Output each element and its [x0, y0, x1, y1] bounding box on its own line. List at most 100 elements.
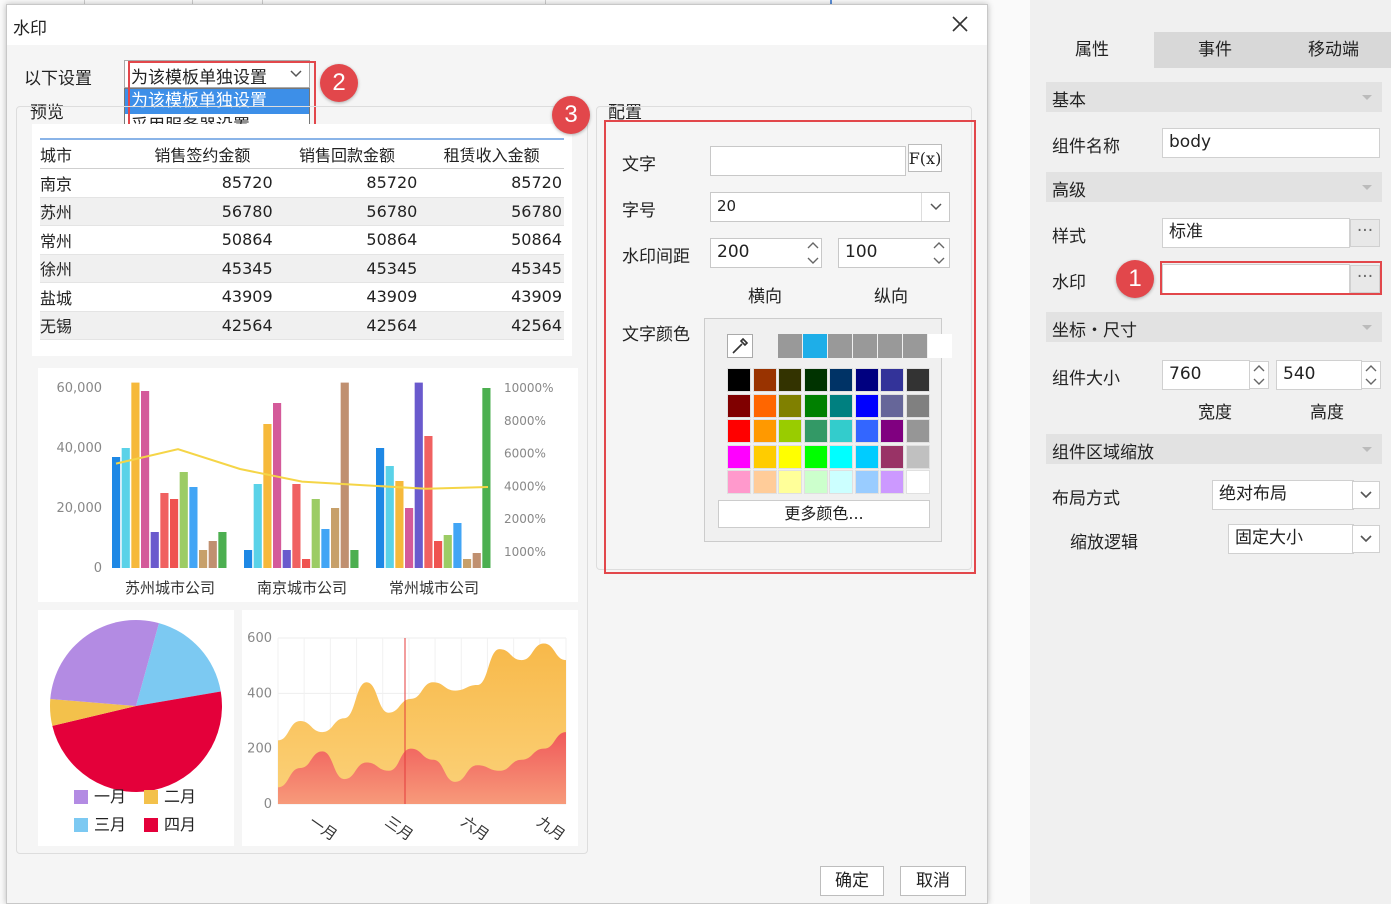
color-swatch[interactable] [878, 334, 902, 358]
height-stepper[interactable] [1361, 361, 1381, 389]
color-swatch[interactable] [752, 368, 777, 392]
table-cell: 56780 [130, 197, 275, 226]
color-swatch[interactable] [803, 419, 828, 443]
spacing-h-stepper[interactable] [804, 238, 822, 268]
bar [282, 550, 291, 568]
table-cell: 50864 [130, 225, 275, 255]
ok-button[interactable]: 确定 [820, 866, 884, 896]
width-input[interactable]: 760 [1162, 360, 1250, 390]
eyedropper-icon[interactable] [727, 334, 753, 358]
section-position-size[interactable]: 坐标・尺寸 [1046, 312, 1382, 342]
bar [179, 472, 188, 568]
color-swatch[interactable] [853, 334, 877, 358]
scale-logic-select[interactable]: 固定大小 [1228, 524, 1354, 554]
collapse-icon [1362, 95, 1372, 100]
legend-label: 一月 [94, 787, 126, 806]
color-swatch[interactable] [854, 393, 879, 418]
color-swatch[interactable] [778, 368, 802, 392]
color-swatch[interactable] [829, 368, 853, 392]
color-swatch[interactable] [803, 368, 828, 392]
color-swatch[interactable] [803, 470, 828, 494]
color-swatch[interactable] [905, 393, 930, 418]
color-swatch[interactable] [752, 444, 777, 469]
component-name-input[interactable]: body [1162, 128, 1380, 158]
color-swatch[interactable] [905, 368, 930, 392]
color-swatch[interactable] [727, 419, 751, 443]
style-more-button[interactable]: ··· [1350, 219, 1380, 247]
color-swatch[interactable] [829, 444, 853, 469]
bar [321, 529, 330, 568]
color-swatch[interactable] [778, 470, 802, 494]
tab-events[interactable]: 事件 [1154, 32, 1276, 68]
color-swatch[interactable] [778, 419, 802, 443]
bar [482, 388, 491, 568]
table-cell: 45345 [274, 254, 420, 283]
color-swatch[interactable] [752, 419, 777, 443]
stepper-arrows-icon [1365, 365, 1377, 385]
color-swatch[interactable] [803, 444, 828, 469]
color-swatch[interactable] [854, 444, 879, 469]
section-advanced[interactable]: 高级 [1046, 172, 1382, 202]
color-swatch[interactable] [727, 470, 751, 494]
section-basic[interactable]: 基本 [1046, 82, 1382, 112]
tab-properties[interactable]: 属性 [1030, 32, 1154, 68]
color-swatch[interactable] [829, 419, 853, 443]
spacing-label: 水印间距 [622, 247, 690, 267]
y-tick-label: 20,000 [57, 501, 103, 516]
color-swatch[interactable] [854, 470, 879, 494]
color-swatch[interactable] [752, 470, 777, 494]
close-icon[interactable] [945, 9, 975, 39]
color-swatch[interactable] [803, 393, 828, 418]
color-swatch[interactable] [880, 444, 904, 469]
color-swatch[interactable] [905, 470, 930, 494]
color-swatch[interactable] [778, 334, 802, 358]
color-swatch[interactable] [880, 419, 904, 443]
color-swatch[interactable] [903, 334, 927, 358]
color-swatch[interactable] [803, 334, 827, 358]
component-name-label: 组件名称 [1052, 137, 1120, 157]
color-swatch[interactable] [829, 470, 853, 494]
section-area-scale[interactable]: 组件区域缩放 [1046, 434, 1382, 464]
formula-button[interactable]: F(x) [908, 144, 942, 172]
color-swatch[interactable] [727, 368, 751, 392]
preview-table: 城市 销售签约金额 销售回款金额 租赁收入金额 南京 85720 85720 8… [40, 140, 564, 340]
y2-tick-label: 6000% [504, 447, 546, 461]
height-input[interactable]: 540 [1276, 360, 1362, 390]
height-label: 高度 [1310, 403, 1344, 423]
chevron-down-icon [921, 193, 949, 221]
color-swatch[interactable] [854, 419, 879, 443]
table-cell: 56780 [419, 197, 564, 226]
bar-chart: 60,000 40,000 20,000 0 10000% 8000% 6000% 4000%… [57, 381, 554, 597]
text-color-label: 文字颜色 [622, 325, 690, 345]
tab-mobile[interactable]: 移动端 [1276, 32, 1391, 68]
bar [463, 559, 472, 568]
color-swatch[interactable] [727, 393, 751, 418]
color-swatch[interactable] [828, 334, 852, 358]
color-swatch[interactable] [905, 444, 930, 469]
color-swatch[interactable] [905, 419, 930, 443]
color-swatch[interactable] [854, 368, 879, 392]
watermark-text-input[interactable] [710, 146, 906, 176]
color-swatch[interactable] [752, 393, 777, 418]
layout-select[interactable]: 绝对布局 [1212, 480, 1354, 510]
color-swatch[interactable] [829, 393, 853, 418]
color-swatch[interactable] [727, 444, 751, 469]
width-stepper[interactable] [1249, 361, 1269, 389]
color-swatch[interactable] [928, 334, 952, 358]
chevron-down-icon[interactable] [1352, 525, 1380, 553]
bar [170, 499, 179, 568]
chevron-down-icon[interactable] [1352, 481, 1380, 509]
table-cell: 42564 [130, 311, 275, 340]
font-size-select[interactable]: 20 [710, 192, 950, 222]
color-swatch[interactable] [880, 470, 904, 494]
stepper-arrows-icon [1253, 365, 1265, 385]
cancel-button[interactable]: 取消 [900, 866, 966, 896]
color-swatch[interactable] [778, 444, 802, 469]
style-input[interactable]: 标准 [1162, 218, 1350, 248]
spacing-v-stepper[interactable] [930, 238, 948, 268]
color-swatch[interactable] [778, 393, 802, 418]
stepper-arrows-icon [807, 242, 819, 264]
color-swatch[interactable] [880, 368, 904, 392]
more-colors-button[interactable]: 更多颜色... [718, 500, 930, 528]
color-swatch[interactable] [880, 393, 904, 418]
